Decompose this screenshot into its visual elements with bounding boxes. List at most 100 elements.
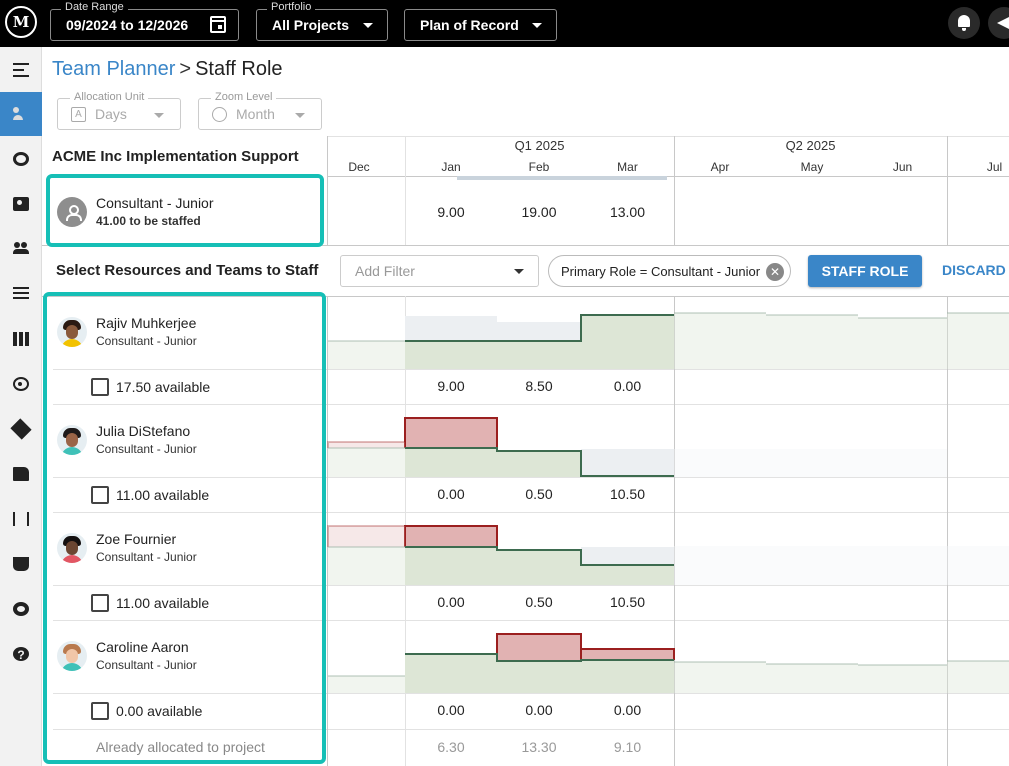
nav-documents[interactable]: [0, 452, 42, 496]
plan-value: Plan of Record: [420, 17, 519, 33]
resource-allocation-value: 0.50: [525, 594, 553, 610]
capacity-area: [497, 451, 581, 477]
portfolio-label: Portfolio: [267, 1, 316, 14]
nav-board[interactable]: [0, 317, 42, 361]
capacity-area: [405, 654, 497, 693]
portfolio-select[interactable]: Portfolio All Projects: [256, 1, 388, 41]
already-allocated-value: 9.10: [613, 739, 642, 755]
resource-allocation-value: 9.00: [437, 378, 465, 394]
over-allocation-area: [328, 442, 405, 448]
over-allocation-line: [327, 525, 406, 547]
month-label: Jun: [892, 160, 913, 174]
nav-assignments[interactable]: [0, 182, 42, 226]
calendar-icon[interactable]: [210, 16, 226, 33]
month-label: Jul: [986, 160, 1003, 174]
over-allocation-area: [405, 418, 497, 448]
month-label: May: [800, 160, 824, 174]
capacity-area: [328, 341, 405, 369]
capacity-area: [858, 665, 947, 693]
plan-select[interactable]: Plan of Record: [404, 9, 557, 41]
over-allocation-line: [327, 441, 406, 448]
allocation-unit-select[interactable]: Allocation Unit A Days: [57, 91, 181, 130]
capacity-area: [858, 318, 947, 369]
nav-list[interactable]: [0, 272, 42, 316]
over-allocation-area: [328, 526, 405, 547]
booked-area: [581, 449, 674, 477]
menu-icon: [13, 63, 29, 77]
already-allocated-value: 6.30: [437, 739, 465, 755]
role-demand-value: 9.00: [437, 204, 465, 220]
plug-icon: [13, 557, 29, 571]
role-demand-value: 13.00: [609, 204, 646, 220]
month-label: Dec: [348, 160, 370, 174]
already-allocated-value: 13.30: [521, 739, 557, 755]
nav-menu-toggle[interactable]: [0, 48, 42, 92]
grid-line: [947, 136, 948, 245]
role-highlight: [46, 174, 324, 247]
document-icon: [13, 467, 29, 481]
add-filter-placeholder: Add Filter: [355, 263, 415, 279]
grid-line: [327, 296, 328, 766]
nav-directions[interactable]: [0, 407, 42, 451]
grid-line: [405, 296, 406, 766]
capacity-area: [328, 676, 405, 693]
capacity-area: [581, 315, 674, 369]
announcements-button[interactable]: [988, 7, 1009, 39]
breadcrumb-team-planner[interactable]: Team Planner: [52, 58, 175, 80]
resource-allocation-value: 0.00: [525, 702, 553, 718]
app-logo[interactable]: M: [5, 6, 37, 38]
month-label: Jan: [441, 160, 461, 174]
timeline-scroll-indicator[interactable]: [457, 176, 667, 180]
capacity-area: [674, 313, 766, 369]
nav-team-planner[interactable]: [0, 92, 42, 136]
capacity-area: [674, 546, 1009, 585]
allocation-unit-label: Allocation Unit: [70, 91, 149, 104]
discard-button[interactable]: DISCARD: [942, 262, 1006, 278]
filter-chip-label: Primary Role = Consultant - Junior: [561, 264, 761, 279]
nav-target[interactable]: [0, 362, 42, 406]
zoom-level-value: Month: [236, 106, 275, 122]
capacity-area: [947, 661, 1009, 693]
booked-area: [581, 547, 674, 585]
capacity-area: [405, 448, 497, 477]
role-demand-value: 19.00: [521, 204, 557, 220]
over-allocation-area: [405, 526, 497, 547]
nav-people[interactable]: [0, 227, 42, 271]
grid-line: [328, 136, 1009, 137]
notifications-button[interactable]: [948, 7, 980, 39]
chevron-down-icon: [532, 23, 542, 28]
nav-help[interactable]: ?: [0, 632, 42, 676]
capacity-area: [766, 664, 858, 693]
group-icon: [13, 242, 29, 256]
capacity-area: [405, 341, 497, 369]
nav-settings[interactable]: [0, 587, 42, 631]
booked-area: [497, 322, 581, 369]
chevron-down-icon: [295, 113, 305, 118]
zoom-level-select[interactable]: Zoom Level Month: [198, 91, 322, 130]
close-icon[interactable]: ✕: [766, 263, 784, 281]
list-icon: [13, 287, 29, 301]
capacity-area: [497, 341, 581, 369]
breadcrumb-separator: >: [179, 58, 192, 80]
nav-import-export[interactable]: [0, 497, 42, 541]
resource-allocation-value: 0.00: [437, 486, 465, 502]
staff-role-button[interactable]: STAFF ROLE: [808, 255, 922, 287]
resource-allocation-value: 0.50: [525, 486, 553, 502]
add-filter-select[interactable]: Add Filter: [340, 255, 539, 287]
capacity-area: [405, 547, 497, 585]
capacity-area: [581, 565, 674, 585]
nav-integrations[interactable]: [0, 542, 42, 586]
grid-line: [328, 176, 1009, 177]
date-range-picker[interactable]: Date Range 09/2024 to 12/2026: [50, 1, 239, 41]
month-label: Mar: [617, 160, 638, 174]
resource-allocation-value: 10.50: [609, 486, 646, 502]
nav-refresh[interactable]: [0, 137, 42, 181]
person-list-icon: [13, 107, 29, 121]
directions-icon: [10, 418, 32, 440]
month-label: Apr: [710, 160, 730, 174]
capacity-area: [497, 661, 581, 693]
grid-line: [327, 136, 328, 245]
capacity-line: [405, 546, 674, 566]
zoom-level-label: Zoom Level: [211, 91, 277, 104]
filter-chip[interactable]: Primary Role = Consultant - Junior ✕: [548, 255, 791, 287]
